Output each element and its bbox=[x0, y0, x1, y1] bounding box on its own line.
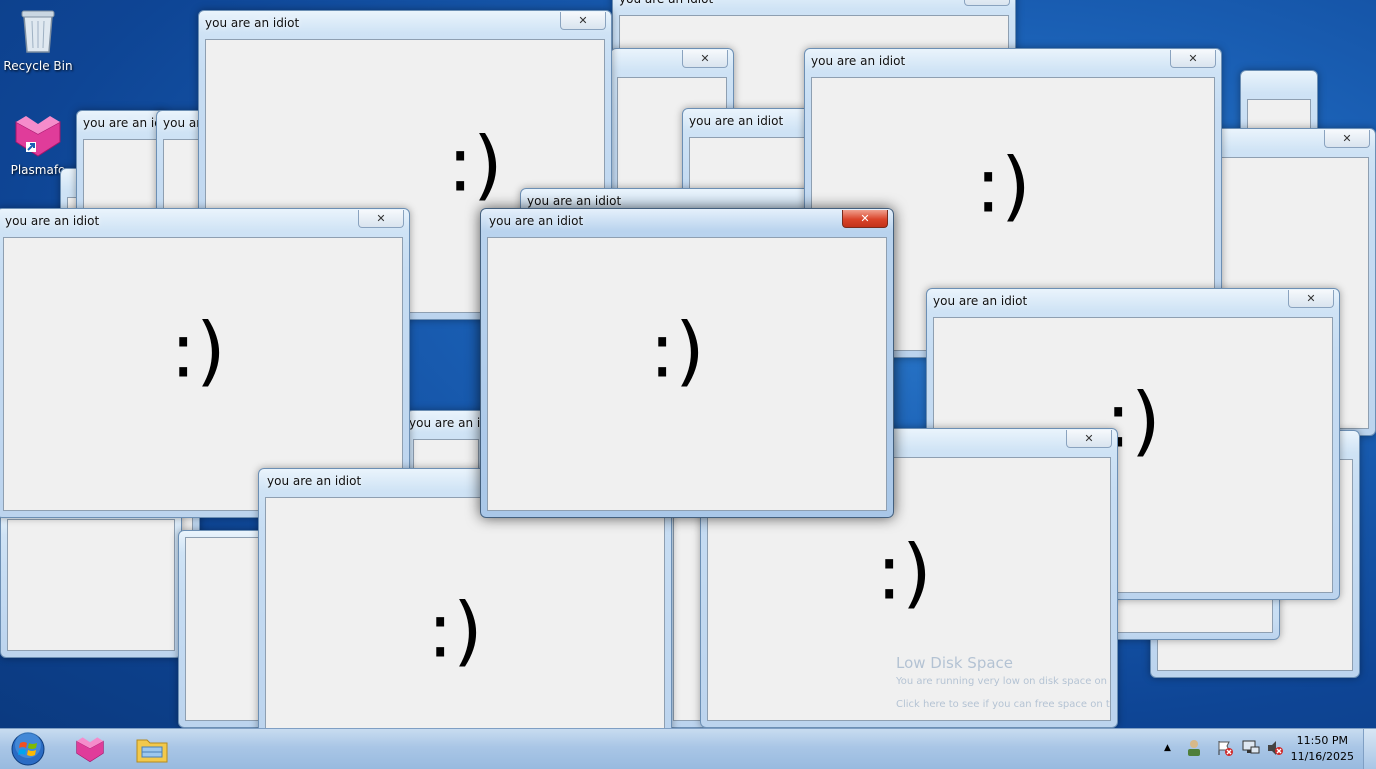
window-title: you are an idiot bbox=[205, 16, 300, 30]
idiot-window[interactable] bbox=[0, 512, 182, 658]
low-disk-notification[interactable]: Low Disk Space You are running very low … bbox=[896, 654, 1110, 710]
file-explorer-icon bbox=[136, 739, 168, 763]
window-title: you are an idiot bbox=[619, 0, 713, 6]
close-button[interactable]: ✕ bbox=[682, 50, 728, 68]
window-client: :) bbox=[487, 237, 887, 511]
notification-line2: Click here to see if you can free space … bbox=[896, 699, 1110, 710]
show-desktop-button[interactable] bbox=[1363, 729, 1376, 769]
smiley-text: :) bbox=[427, 585, 483, 675]
window-client bbox=[673, 517, 703, 721]
close-button[interactable]: ✕ bbox=[1170, 50, 1216, 68]
close-button[interactable]: ✕ bbox=[842, 210, 888, 228]
taskbar: ▲ 11:50 PM 11/16/2025 bbox=[0, 728, 1376, 769]
action-center-flag-icon[interactable] bbox=[1216, 739, 1234, 760]
recycle-bin-shortcut[interactable]: Recycle Bin bbox=[0, 6, 76, 73]
network-icon[interactable] bbox=[1242, 739, 1260, 760]
window-title: you are an idiot bbox=[267, 474, 362, 488]
taskbar-plasma-button[interactable] bbox=[66, 732, 114, 766]
window-title: you are an idiot bbox=[489, 214, 584, 228]
close-button[interactable]: ✕ bbox=[560, 12, 606, 30]
window-title: you are an idiot bbox=[811, 54, 906, 68]
start-button[interactable] bbox=[2, 732, 54, 766]
window-title: you are an idiot bbox=[933, 294, 1028, 308]
smiley-text: :) bbox=[876, 527, 932, 617]
close-button[interactable]: ✕ bbox=[964, 0, 1010, 6]
window-client bbox=[185, 537, 261, 721]
windows-orb-icon bbox=[11, 732, 45, 766]
window-title: you are an idiot bbox=[689, 114, 784, 128]
close-button[interactable]: ✕ bbox=[1288, 290, 1334, 308]
taskbar-clock[interactable]: 11:50 PM 11/16/2025 bbox=[1291, 733, 1354, 765]
recycle-bin-label: Recycle Bin bbox=[3, 59, 73, 73]
taskbar-explorer-button[interactable] bbox=[128, 732, 176, 766]
user-tray-icon[interactable] bbox=[1186, 739, 1202, 760]
clock-time: 11:50 PM bbox=[1296, 734, 1348, 747]
volume-muted-icon[interactable] bbox=[1266, 739, 1284, 760]
idiot-window-active[interactable]: you are an idiot ✕ :) bbox=[480, 208, 894, 518]
recycle-bin-icon bbox=[21, 10, 55, 53]
close-button[interactable]: ✕ bbox=[358, 210, 404, 228]
plasma-app-icon bbox=[15, 116, 61, 157]
notification-title: Low Disk Space bbox=[896, 654, 1014, 672]
smiley-text: :) bbox=[649, 305, 705, 395]
show-hidden-icons-button[interactable]: ▲ bbox=[1164, 743, 1171, 753]
close-button[interactable]: ✕ bbox=[1324, 130, 1370, 148]
window-client: :) bbox=[265, 497, 665, 728]
idiot-window[interactable] bbox=[178, 530, 268, 728]
close-button[interactable]: ✕ bbox=[1066, 430, 1112, 448]
clock-date: 11/16/2025 bbox=[1290, 750, 1354, 763]
window-title: you are an idiot bbox=[5, 214, 100, 228]
notification-line1: You are running very low on disk space o… bbox=[896, 676, 1107, 687]
plasma-app-icon bbox=[76, 737, 104, 763]
desktop: Recycle Bin Plasmafo you are an idiot ✕ … bbox=[0, 0, 1376, 728]
window-title: you are an idiot bbox=[527, 194, 622, 208]
window-client bbox=[7, 519, 175, 651]
smiley-text: :) bbox=[170, 305, 226, 395]
